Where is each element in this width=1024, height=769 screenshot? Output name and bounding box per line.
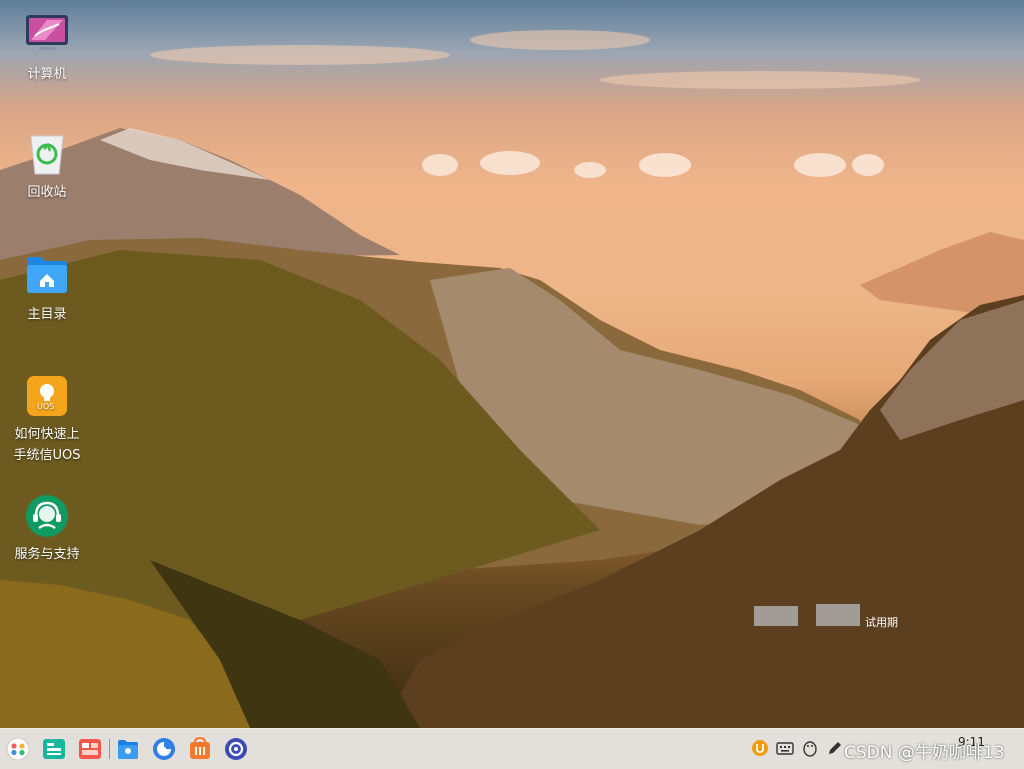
desktop-icon-label: 主目录 (27, 307, 67, 322)
desktop-icon-computer[interactable]: 计算机 (4, 14, 90, 85)
file-manager-icon[interactable] (116, 737, 140, 761)
support-icon (25, 494, 69, 538)
home-folder-icon (25, 254, 69, 298)
desktop-icon-label-line1: 如何快速上 (14, 427, 80, 442)
browser-icon[interactable] (152, 737, 176, 761)
desktop-view-icon[interactable] (78, 737, 102, 761)
trial-watermark: 试用期 (754, 604, 914, 634)
watermark-block (816, 604, 860, 626)
trash-icon (25, 132, 69, 176)
uos-id-icon[interactable] (751, 739, 769, 757)
watermark-block (754, 606, 798, 626)
desktop-icon-label: 回收站 (27, 185, 67, 200)
uos-guide-icon: UOS (25, 374, 69, 418)
taskbar-separator (109, 739, 110, 759)
desktop-icon-home[interactable]: 主目录 (4, 254, 90, 325)
watermark-text: 试用期 (865, 616, 898, 629)
desktop-icon-uos-guide[interactable]: UOS 如何快速上 手统信UOS (4, 374, 90, 466)
computer-icon (25, 14, 69, 58)
app-store-icon[interactable] (188, 736, 212, 761)
settings-icon[interactable] (224, 737, 248, 761)
csdn-watermark: CSDN @牛奶咖啡13 (844, 743, 1005, 763)
taskbar: 9:11 CSDN @牛奶咖啡13 (0, 728, 1024, 769)
uos-badge: UOS (37, 402, 55, 411)
desktop-icon-label: 服务与支持 (14, 547, 80, 562)
desktop-icon-label-line2: 手统信UOS (13, 448, 81, 463)
pen-icon[interactable] (826, 739, 844, 757)
desktop-icon-support[interactable]: 服务与支持 (4, 494, 90, 565)
multitask-view-icon[interactable] (42, 737, 66, 761)
keyboard-icon[interactable] (776, 739, 794, 757)
desktop-icon-trash[interactable]: 回收站 (4, 132, 90, 203)
desktop-icon-label: 计算机 (27, 67, 67, 82)
launcher-icon[interactable] (6, 737, 30, 761)
penguin-icon[interactable] (801, 739, 819, 757)
